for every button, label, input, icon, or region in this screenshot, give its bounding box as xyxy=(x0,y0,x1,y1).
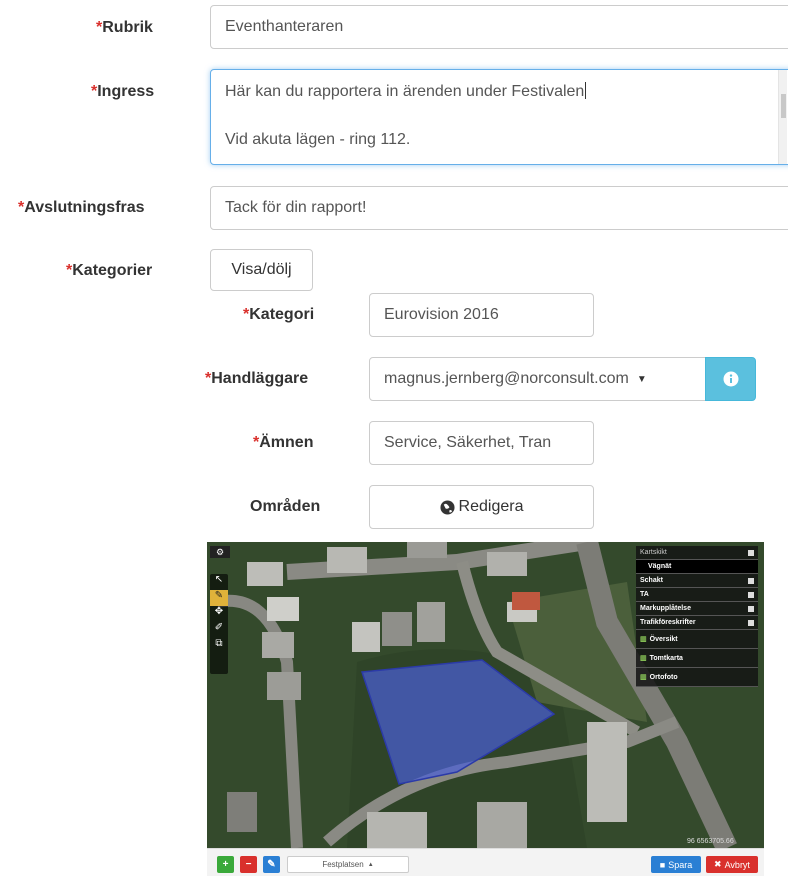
layer-item[interactable]: Trafikföreskrifter xyxy=(636,616,758,630)
save-button[interactable]: ■ Spara xyxy=(651,856,701,873)
floppy-icon: ■ xyxy=(659,859,666,870)
map-coordinates: 96 6563705.66 xyxy=(687,838,734,845)
draw-tool-icon[interactable]: ✎ xyxy=(210,590,228,606)
info-icon xyxy=(723,371,738,387)
map-icon: ▥ xyxy=(640,655,647,662)
text-caret xyxy=(585,82,587,99)
ingress-label: *Ingress xyxy=(91,83,155,100)
map-toolbar: + − ✎ Festplatsen ▲ ■ Spara ✖ Avbryt xyxy=(207,848,764,876)
rubrik-input[interactable]: Eventhanteraren xyxy=(210,5,788,49)
layer-item[interactable]: TA xyxy=(636,588,758,602)
redigera-button[interactable]: Redigera xyxy=(369,485,594,529)
copy-tool-icon[interactable]: ⧉ xyxy=(210,638,228,654)
kategori-label: *Kategori xyxy=(243,306,315,323)
place-select[interactable]: Festplatsen ▲ xyxy=(287,856,409,873)
layer-item[interactable]: Markupplåtelse xyxy=(636,602,758,616)
erase-tool-icon[interactable]: ✐ xyxy=(210,622,228,638)
avslutningsfras-label: *Avslutningsfras xyxy=(18,199,145,216)
layer-panel: Kartskikt Vägnät Schakt TA Markupplåtels… xyxy=(636,546,758,687)
add-feature-button[interactable]: + xyxy=(217,856,234,873)
amnen-input[interactable]: Service, Säkerhet, Tran xyxy=(369,421,594,465)
rubrik-label: *Rubrik xyxy=(96,19,153,36)
kategorier-label: *Kategorier xyxy=(66,262,153,279)
avslutningsfras-input[interactable]: Tack för din rapport! xyxy=(210,186,788,230)
visa-dolj-button[interactable]: Visa/dölj xyxy=(210,249,313,291)
kategori-input[interactable]: Eurovision 2016 xyxy=(369,293,594,337)
handlaggare-select[interactable]: magnus.jernberg@norconsult.com ▼ xyxy=(369,357,706,401)
map-icon: ▥ xyxy=(640,674,647,681)
basemap-item[interactable]: ▥ Översikt xyxy=(636,630,758,649)
caret-up-icon: ▲ xyxy=(367,861,374,868)
layer-panel-title: Kartskikt xyxy=(636,546,758,560)
basemap-item[interactable]: ▥ Tomtkarta xyxy=(636,649,758,668)
pointer-tool-icon[interactable]: ↖ xyxy=(210,574,228,590)
basemap-item[interactable]: ▥ Ortofoto xyxy=(636,668,758,687)
handlaggare-label: *Handläggare xyxy=(205,370,309,387)
map-icon: ▥ xyxy=(640,636,647,643)
settings-icon[interactable]: ⚙ xyxy=(210,546,230,558)
cancel-button[interactable]: ✖ Avbryt xyxy=(706,856,758,873)
amnen-label: *Ämnen xyxy=(253,434,314,451)
map-tools: ↖ ✎ ✥ ✐ ⧉ xyxy=(210,574,228,674)
layer-item[interactable]: Schakt xyxy=(636,574,758,588)
ingress-textarea[interactable]: Här kan du rapportera in ärenden under F… xyxy=(210,69,788,165)
edit-feature-button[interactable]: ✎ xyxy=(263,856,280,873)
map-view[interactable]: 96 6563705.66 ⚙ ↖ ✎ ✥ ✐ ⧉ Kartskikt Vägn… xyxy=(207,542,764,848)
ingress-scrollbar[interactable] xyxy=(778,70,787,164)
caret-down-icon: ▼ xyxy=(636,373,647,385)
pencil-icon: ✎ xyxy=(267,859,276,870)
layer-group-vagnat[interactable]: Vägnät xyxy=(636,560,758,574)
close-icon: ✖ xyxy=(714,859,722,869)
info-button[interactable] xyxy=(705,357,756,401)
globe-icon xyxy=(440,499,455,515)
omraden-label: Områden xyxy=(250,498,321,515)
move-tool-icon[interactable]: ✥ xyxy=(210,606,228,622)
remove-feature-button[interactable]: − xyxy=(240,856,257,873)
